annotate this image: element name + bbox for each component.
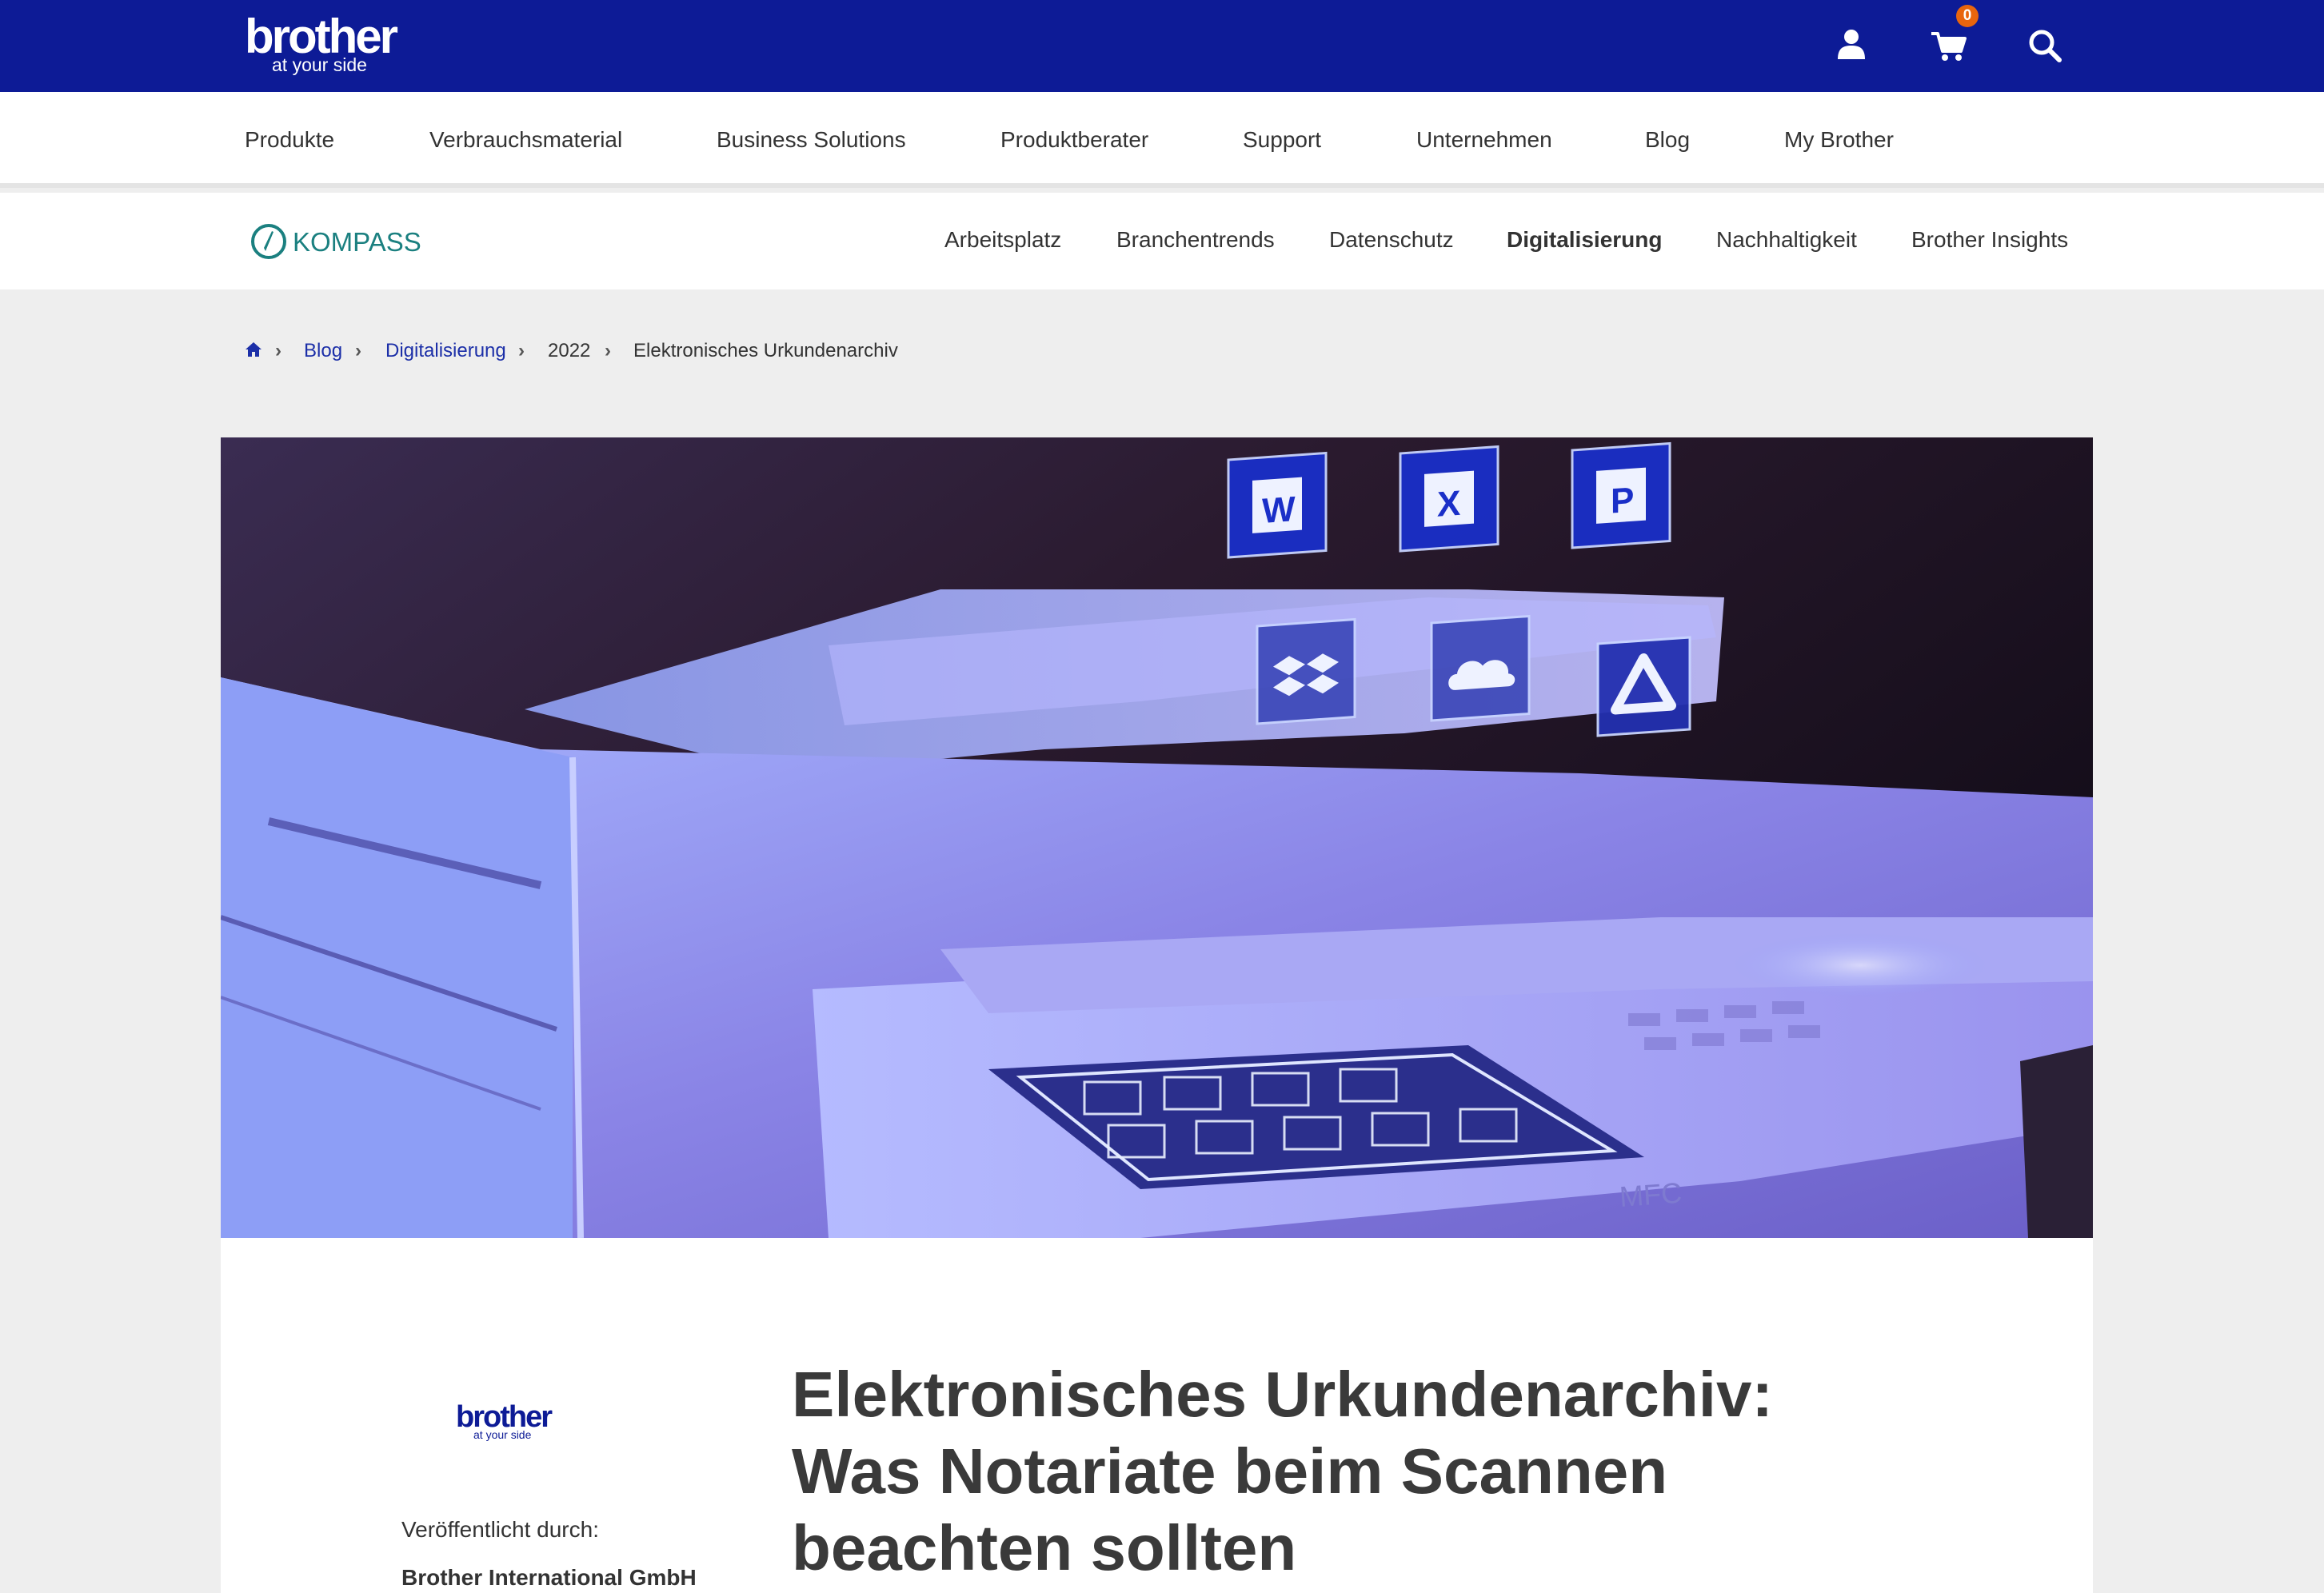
onedrive-icon: [1430, 614, 1531, 722]
cart-count-badge: 0: [1956, 5, 1979, 27]
kompass-item-datenschutz[interactable]: Datenschutz: [1329, 226, 1454, 254]
kompass-item-nachhaltigkeit[interactable]: Nachhaltigkeit: [1716, 226, 1857, 254]
chevron-right-icon: ›: [355, 340, 361, 361]
breadcrumb-digitalisierung[interactable]: Digitalisierung: [385, 339, 506, 363]
article-title: Elektronisches Urkundenarchiv: Was Notar…: [792, 1356, 1911, 1587]
chevron-right-icon: ›: [275, 340, 282, 361]
search-icon[interactable]: [2023, 24, 2066, 67]
svg-text:X: X: [1437, 484, 1460, 525]
user-icon[interactable]: [1830, 24, 1873, 67]
kompass-navigation: KOMPASS Arbeitsplatz Branchentrends Date…: [0, 193, 2324, 289]
cart-icon[interactable]: [1927, 24, 1971, 67]
nav-item-support[interactable]: Support: [1243, 126, 1321, 154]
article-title-line-2: Was Notariate beim Scannen: [792, 1435, 1668, 1507]
author-logo: brother at your side: [456, 1401, 560, 1446]
article-title-line-1: Elektronisches Urkundenarchiv:: [792, 1359, 1774, 1430]
nav-item-blog[interactable]: Blog: [1645, 126, 1690, 154]
home-icon[interactable]: [245, 341, 262, 365]
nav-item-verbrauchsmaterial[interactable]: Verbrauchsmaterial: [429, 126, 622, 154]
svg-text:W: W: [1262, 489, 1296, 531]
kompass-item-brother-insights[interactable]: Brother Insights: [1911, 226, 2068, 254]
chevron-right-icon: ›: [518, 340, 525, 361]
kompass-label: KOMPASS: [293, 227, 421, 257]
powerpoint-icon: P: [1571, 441, 1671, 549]
published-by-label: Veröffentlicht durch:: [401, 1517, 599, 1542]
brother-logo[interactable]: brother at your side: [245, 11, 408, 80]
breadcrumb-current: Elektronisches Urkundenarchiv: [633, 340, 898, 361]
kompass-item-branchentrends[interactable]: Branchentrends: [1116, 226, 1275, 254]
word-icon: W: [1227, 451, 1328, 559]
nav-item-unternehmen[interactable]: Unternehmen: [1416, 126, 1552, 154]
top-bar: brother at your side 0: [0, 0, 2324, 92]
breadcrumb-year[interactable]: 2022: [548, 339, 590, 363]
breadcrumb-blog[interactable]: Blog: [304, 339, 342, 363]
svg-text:P: P: [1611, 481, 1634, 521]
excel-icon: X: [1399, 445, 1499, 553]
logo-tagline: at your side: [272, 54, 367, 75]
publisher-name: Brother International GmbH: [401, 1565, 697, 1590]
hero-image: MFC W X P: [221, 437, 2093, 1238]
google-drive-icon: [1596, 636, 1691, 737]
chevron-right-icon: ›: [605, 340, 611, 361]
article-title-line-3: beachten sollten: [792, 1512, 1297, 1583]
compass-icon: [251, 224, 286, 259]
nav-item-produkte[interactable]: Produkte: [245, 126, 334, 154]
kompass-item-digitalisierung[interactable]: Digitalisierung: [1507, 226, 1662, 254]
author-logo-tagline: at your side: [473, 1428, 532, 1441]
nav-item-my-brother[interactable]: My Brother: [1784, 126, 1894, 154]
main-navigation: Produkte Verbrauchsmaterial Business Sol…: [0, 92, 2324, 188]
mfc-label: MFC: [1619, 1176, 1683, 1213]
kompass-item-arbeitsplatz[interactable]: Arbeitsplatz: [944, 226, 1061, 254]
nav-item-produktberater[interactable]: Produktberater: [1000, 126, 1148, 154]
dropbox-icon: [1256, 617, 1356, 725]
nav-item-business-solutions[interactable]: Business Solutions: [717, 126, 906, 154]
